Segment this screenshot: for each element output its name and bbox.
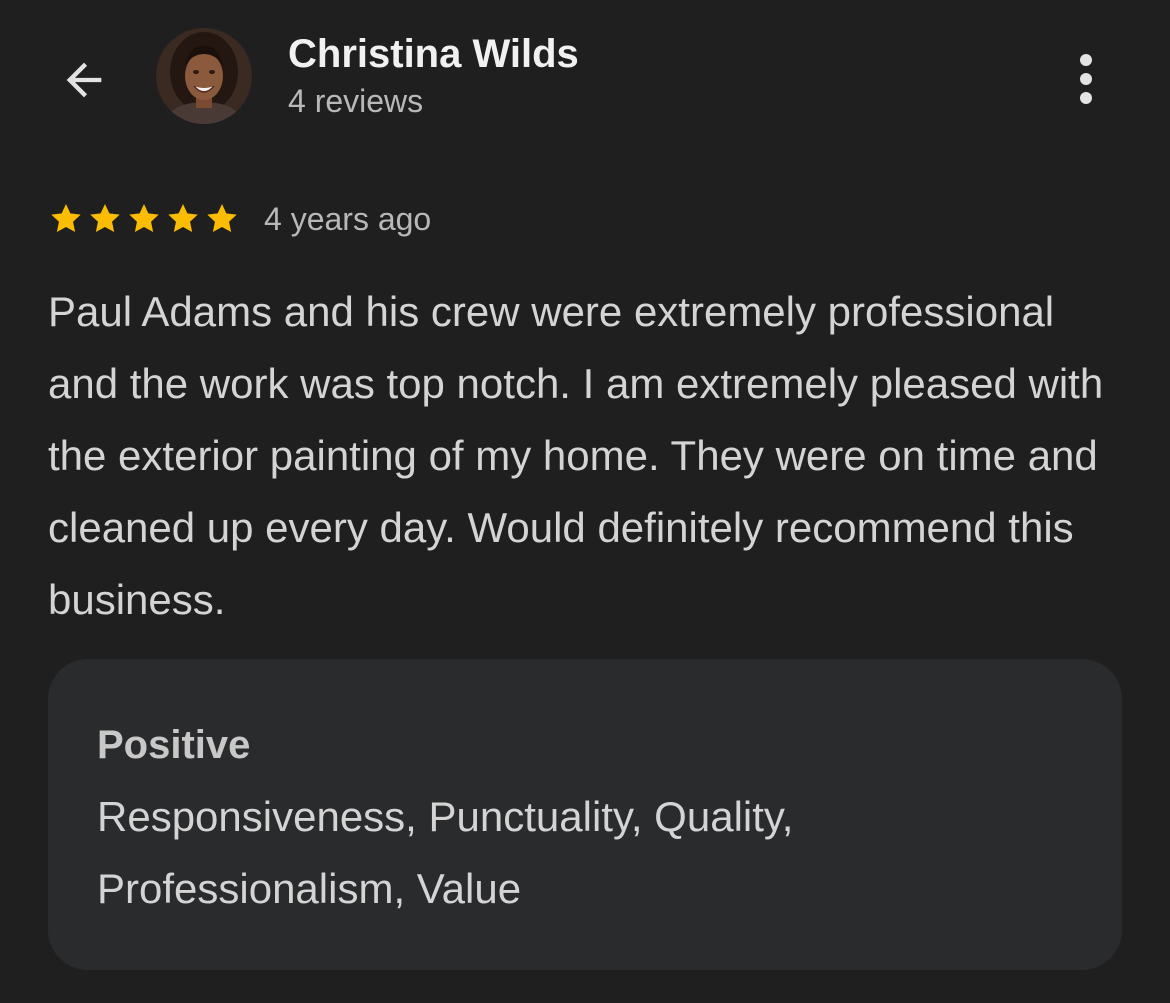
more-options-button[interactable] xyxy=(1060,46,1112,112)
reviewer-name[interactable]: Christina Wilds xyxy=(288,30,579,78)
star-rating xyxy=(48,201,240,237)
review-header: Christina Wilds 4 reviews xyxy=(0,0,1170,150)
feedback-title: Positive xyxy=(97,723,251,767)
more-vertical-icon xyxy=(1080,54,1092,66)
avatar[interactable] xyxy=(156,28,252,124)
rating-row: 4 years ago xyxy=(48,196,431,242)
more-vertical-icon-dot xyxy=(1080,92,1092,104)
star-icon xyxy=(51,204,81,233)
feedback-attributes: Responsiveness, Punctuality, Quality, Pr… xyxy=(97,793,794,912)
review-time: 4 years ago xyxy=(264,200,432,237)
star-icon xyxy=(90,204,120,233)
avatar-image xyxy=(156,28,252,124)
arrow-left-icon xyxy=(66,62,102,98)
feedback-card: Positive Responsiveness, Punctuality, Qu… xyxy=(48,659,1122,970)
star-icon xyxy=(129,204,159,233)
star-icon xyxy=(168,204,198,233)
more-vertical-icon-dot xyxy=(1080,73,1092,85)
back-button[interactable] xyxy=(52,48,116,112)
star-icon xyxy=(207,204,237,233)
review-text: Paul Adams and his crew were extremely p… xyxy=(48,288,1104,623)
review-count: 4 reviews xyxy=(288,83,424,119)
